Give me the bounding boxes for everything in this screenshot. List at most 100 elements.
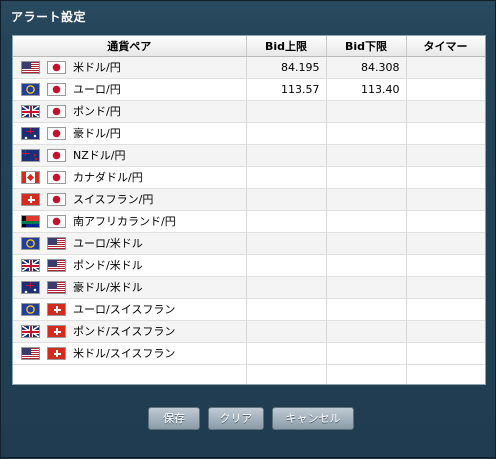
table-row[interactable]: 豪ドル/円 [13,122,485,145]
bid-upper-cell[interactable] [246,166,327,189]
jp-flag-icon [47,171,66,184]
currency-pair-cell[interactable]: 豪ドル/米ドル [13,276,247,299]
bid-lower-cell[interactable] [326,210,407,233]
currency-pair: 米ドル/円 [13,57,245,78]
bid-upper-cell[interactable] [246,210,327,233]
currency-pair-label: 米ドル/円 [73,61,121,74]
ch-flag-icon [21,193,40,206]
cancel-button[interactable]: キャンセル [272,407,354,430]
table-row[interactable]: 米ドル/スイスフラン [13,342,485,365]
bid-lower-cell[interactable] [326,342,407,365]
bid-lower-cell[interactable] [326,276,407,299]
table-row[interactable]: 米ドル/円 84.195 84.308 [13,56,485,79]
table-row[interactable]: スイスフラン/円 [13,188,485,211]
currency-pair: 豪ドル/米ドル [13,277,245,298]
empty-cell [326,364,407,384]
timer-cell[interactable] [406,166,485,189]
bid-upper-cell[interactable] [246,276,327,299]
timer-cell[interactable] [406,232,485,255]
currency-pair-cell[interactable]: 豪ドル/円 [13,122,247,145]
column-header-currency-pair[interactable]: 通貨ペア [13,36,247,57]
jp-flag-icon [47,215,66,228]
gb-flag-icon [21,325,40,338]
currency-pair-cell[interactable]: 米ドル/スイスフラン [13,342,247,365]
timer-cell[interactable] [406,144,485,167]
column-header-bid-upper[interactable]: Bid上限 [246,36,327,57]
table-row[interactable]: NZドル/円 [13,144,485,167]
currency-pair: 米ドル/スイスフラン [13,343,245,364]
table-header-row: 通貨ペア Bid上限 Bid下限 タイマー [13,36,485,57]
timer-cell[interactable] [406,188,485,211]
timer-cell[interactable] [406,320,485,343]
au-flag-icon [21,127,40,140]
table-row[interactable]: ポンド/スイスフラン [13,320,485,343]
currency-pair-cell[interactable]: スイスフラン/円 [13,188,247,211]
bid-lower-cell[interactable] [326,122,407,145]
bid-upper-cell[interactable] [246,298,327,321]
clear-button[interactable]: クリア [208,407,264,430]
gb-flag-icon [21,105,40,118]
timer-cell[interactable] [406,100,485,123]
currency-pair-label: ポンド/円 [73,105,121,118]
bid-upper-cell[interactable] [246,342,327,365]
save-button[interactable]: 保存 [148,407,200,430]
bid-upper-cell[interactable] [246,320,327,343]
bid-upper-cell[interactable] [246,122,327,145]
currency-pair-cell[interactable]: カナダドル/円 [13,166,247,189]
bid-upper-cell[interactable] [246,188,327,211]
table-row[interactable]: 豪ドル/米ドル [13,276,485,299]
alert-settings-window: アラート設定 通貨ペア Bid上限 Bid下限 タイマー 米ドル/円 84.195… [0,0,496,458]
us-flag-icon [47,237,66,250]
bid-lower-cell[interactable] [326,100,407,123]
bid-lower-cell[interactable]: 84.308 [326,56,407,79]
bid-lower-cell[interactable] [326,298,407,321]
currency-pair-cell[interactable]: ユーロ/スイスフラン [13,298,247,321]
ch-flag-icon [47,325,66,338]
bid-upper-cell[interactable] [246,100,327,123]
timer-cell[interactable] [406,56,485,79]
currency-pair: ユーロ/スイスフラン [13,299,245,320]
column-header-bid-lower[interactable]: Bid下限 [326,36,407,57]
table-row[interactable]: ユーロ/円 113.57 113.40 [13,78,485,101]
timer-cell[interactable] [406,276,485,299]
bid-lower-cell[interactable] [326,188,407,211]
currency-pair-label: 南アフリカランド/円 [73,215,176,228]
currency-pair-cell[interactable]: ポンド/スイスフラン [13,320,247,343]
bid-lower-cell[interactable]: 113.40 [326,78,407,101]
table-row[interactable]: ポンド/円 [13,100,485,123]
table-row[interactable]: ユーロ/スイスフラン [13,298,485,321]
timer-cell[interactable] [406,298,485,321]
timer-cell[interactable] [406,254,485,277]
currency-pair: 豪ドル/円 [13,123,245,144]
bid-upper-cell[interactable]: 84.195 [246,56,327,79]
currency-pair-cell[interactable]: ポンド/円 [13,100,247,123]
currency-pair-label: ユーロ/米ドル [73,237,143,250]
table-row[interactable]: ユーロ/米ドル [13,232,485,255]
timer-cell[interactable] [406,210,485,233]
table-row[interactable]: カナダドル/円 [13,166,485,189]
timer-cell[interactable] [406,78,485,101]
currency-pair-cell[interactable]: NZドル/円 [13,144,247,167]
currency-pair-cell[interactable]: ユーロ/米ドル [13,232,247,255]
table-row[interactable]: 南アフリカランド/円 [13,210,485,233]
currency-pair-cell[interactable]: 南アフリカランド/円 [13,210,247,233]
bid-upper-cell[interactable]: 113.57 [246,78,327,101]
currency-pair-cell[interactable]: 米ドル/円 [13,56,247,79]
timer-cell[interactable] [406,342,485,365]
bid-lower-cell[interactable] [326,320,407,343]
column-header-timer[interactable]: タイマー [406,36,485,57]
bid-upper-cell[interactable] [246,254,327,277]
currency-pair-cell[interactable]: ユーロ/円 [13,78,247,101]
bid-upper-cell[interactable] [246,144,327,167]
empty-cell [246,364,327,384]
currency-pair: ユーロ/米ドル [13,233,245,254]
timer-cell[interactable] [406,122,485,145]
bid-lower-cell[interactable] [326,166,407,189]
table-row[interactable]: ポンド/米ドル [13,254,485,277]
currency-pair-cell[interactable]: ポンド/米ドル [13,254,247,277]
bid-lower-cell[interactable] [326,254,407,277]
bid-lower-cell[interactable] [326,144,407,167]
bid-lower-cell[interactable] [326,232,407,255]
bid-upper-cell[interactable] [246,232,327,255]
currency-pair-label: スイスフラン/円 [73,193,154,206]
